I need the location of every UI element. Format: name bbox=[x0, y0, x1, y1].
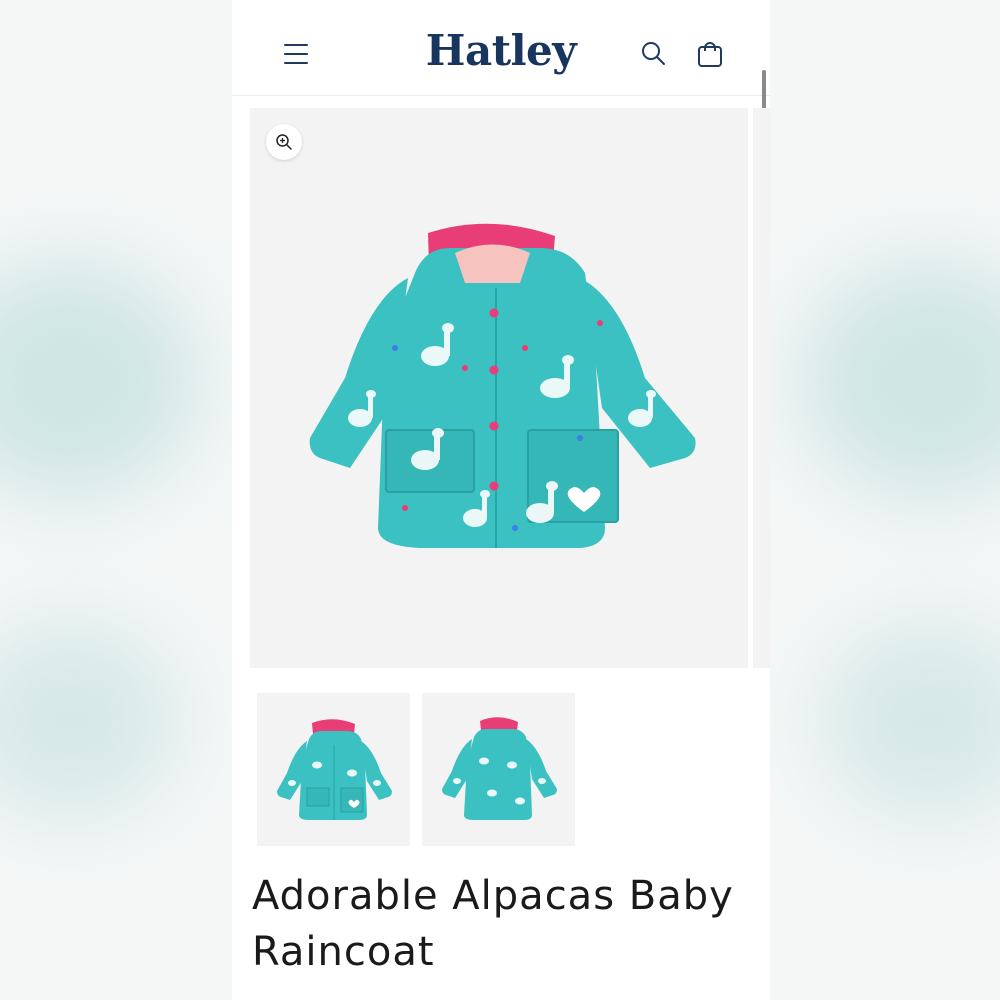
cart-bag-icon[interactable] bbox=[694, 38, 726, 70]
brand-logo[interactable]: Hatley bbox=[382, 26, 620, 75]
mobile-page: Hatley Adorable Alpacas Baby Raincoat bbox=[232, 0, 770, 1000]
next-image-peek[interactable] bbox=[753, 108, 770, 668]
hamburger-icon[interactable] bbox=[284, 42, 310, 66]
thumbnail-back[interactable] bbox=[422, 693, 575, 846]
product-title: Adorable Alpacas Baby Raincoat bbox=[252, 873, 734, 975]
site-header: Hatley bbox=[232, 0, 770, 96]
search-icon[interactable] bbox=[638, 38, 670, 70]
raincoat-image bbox=[309, 223, 696, 548]
product-main-image[interactable] bbox=[250, 108, 748, 668]
raincoat-front-image bbox=[277, 719, 392, 820]
raincoat-back-image bbox=[442, 717, 557, 820]
thumbnail-front[interactable] bbox=[257, 693, 410, 846]
